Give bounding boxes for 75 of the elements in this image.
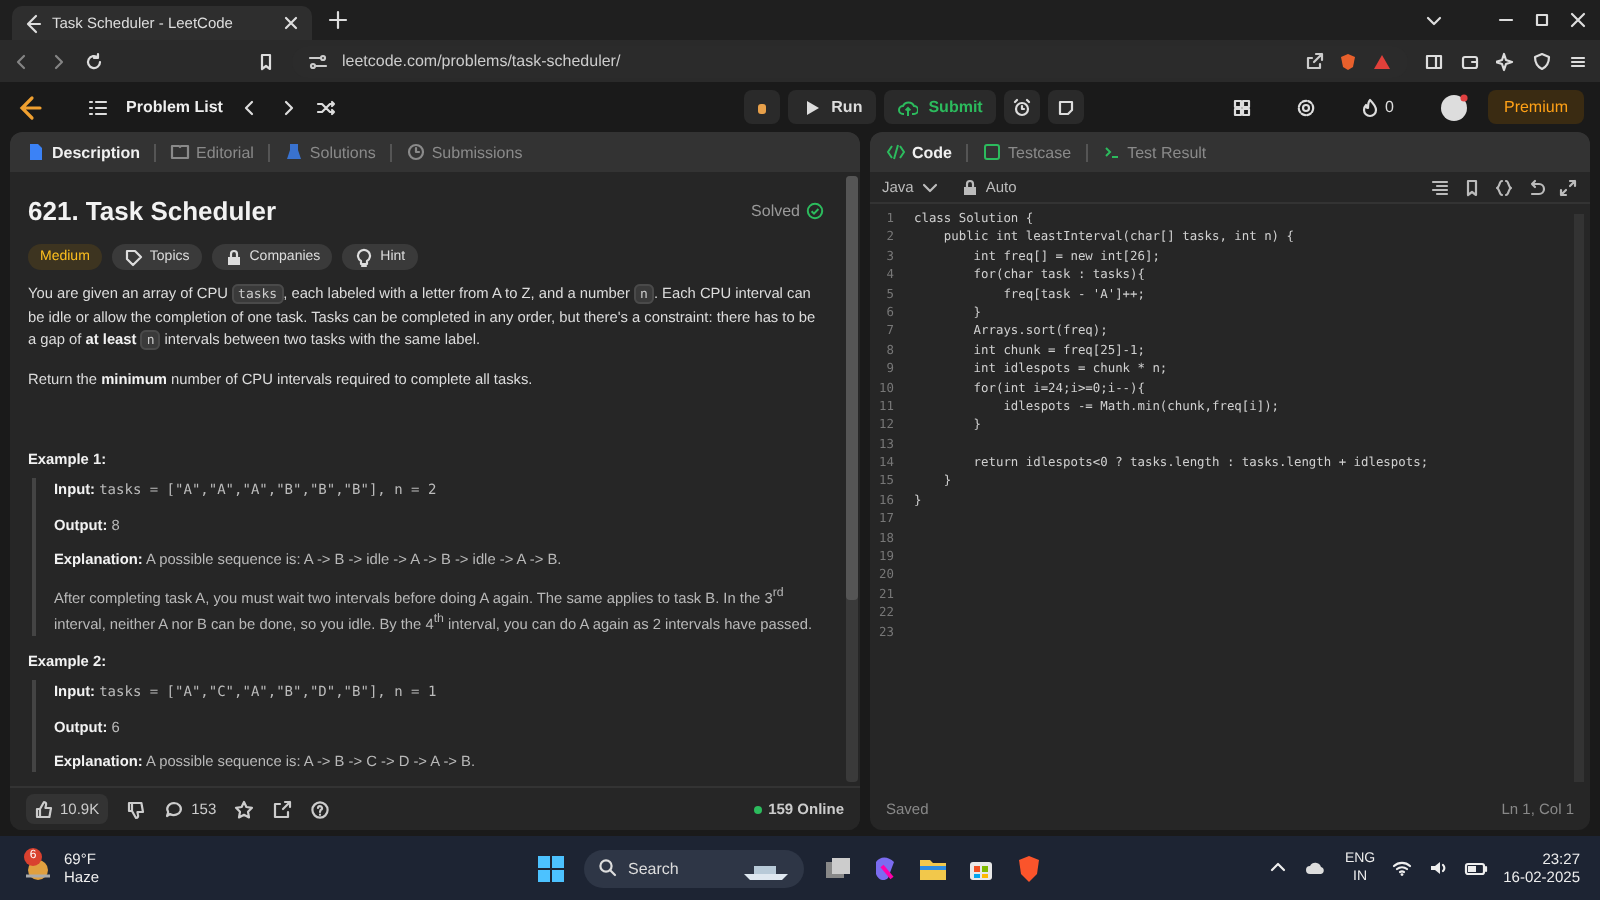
online-dot-icon — [754, 805, 763, 813]
menu-icon[interactable] — [1568, 51, 1588, 71]
thumbs-down-icon[interactable] — [125, 799, 146, 819]
share-icon[interactable] — [1304, 51, 1324, 71]
speaker-icon[interactable] — [1427, 858, 1448, 878]
search-field[interactable]: Search — [584, 849, 804, 887]
submit-button[interactable]: Submit — [884, 90, 997, 124]
terminal-icon — [1101, 142, 1122, 162]
tag-icon — [123, 247, 144, 267]
thumbs-up-icon — [34, 799, 54, 819]
panel-tab[interactable]: Code — [882, 142, 956, 162]
scrollbar[interactable] — [846, 176, 858, 782]
problem-list-link[interactable]: Problem List — [126, 98, 223, 116]
flask-icon — [283, 142, 304, 162]
panel-tab[interactable]: Description — [22, 142, 145, 162]
site-settings-icon[interactable] — [308, 51, 328, 71]
panel-tab[interactable]: Test Result — [1097, 142, 1211, 162]
new-tab-icon[interactable] — [328, 10, 348, 30]
close-icon[interactable] — [282, 14, 300, 32]
check-circle-icon — [806, 202, 824, 220]
wallet-icon[interactable] — [1460, 51, 1480, 71]
checkbox-icon — [982, 142, 1002, 162]
problem-title: 621. Task Scheduler — [28, 196, 277, 226]
task-view-icon[interactable] — [822, 853, 852, 883]
list-icon[interactable] — [88, 97, 108, 117]
url-text: leetcode.com/problems/task-scheduler/ — [342, 52, 623, 70]
share-icon[interactable] — [272, 799, 293, 819]
panel-tab[interactable]: Testcase — [978, 142, 1076, 162]
comment-icon — [163, 799, 184, 819]
search-icon — [598, 858, 618, 878]
braces-icon[interactable] — [1494, 177, 1514, 197]
solved-status: Solved — [751, 202, 824, 220]
bookmark-icon[interactable] — [1462, 177, 1482, 197]
notes-button[interactable] — [1048, 90, 1085, 124]
lock-icon — [223, 247, 244, 267]
lightbulb-icon — [354, 247, 375, 267]
settings-icon[interactable] — [1295, 97, 1316, 117]
code-icon — [886, 142, 906, 162]
bookmark-icon[interactable] — [256, 51, 276, 71]
vpn-shield-icon[interactable] — [1532, 51, 1552, 71]
wifi-icon[interactable] — [1391, 858, 1412, 878]
layout-icon[interactable] — [1231, 97, 1252, 117]
shuffle-icon[interactable] — [316, 97, 337, 117]
debug-button[interactable] — [743, 90, 780, 124]
document-icon — [26, 142, 46, 162]
streak-count: 0 — [1385, 98, 1394, 116]
lock-icon — [959, 177, 980, 197]
undo-icon[interactable] — [1526, 177, 1546, 197]
premium-button[interactable]: Premium — [1487, 90, 1584, 124]
play-icon — [801, 97, 822, 117]
star-icon[interactable] — [234, 799, 255, 819]
panel-tab[interactable]: Submissions — [401, 142, 527, 162]
alarm-clock-icon — [1012, 97, 1033, 117]
sidebar-icon[interactable] — [1424, 51, 1444, 71]
battery-icon[interactable] — [1463, 858, 1488, 878]
windows-start-icon[interactable] — [536, 853, 566, 883]
panel-tab[interactable]: Editorial — [166, 142, 258, 162]
help-icon[interactable] — [310, 799, 331, 819]
format-icon[interactable] — [1430, 177, 1450, 197]
sparkle-icon[interactable] — [1496, 51, 1516, 71]
avatar-icon[interactable] — [1437, 91, 1470, 123]
close-icon[interactable] — [1568, 10, 1588, 30]
panel-tab[interactable]: Solutions — [279, 142, 380, 162]
history-icon — [405, 142, 426, 162]
cloud-icon[interactable] — [1304, 858, 1329, 878]
expand-icon[interactable] — [1558, 177, 1578, 197]
note-icon — [1056, 97, 1077, 117]
shield-icon[interactable] — [1338, 51, 1358, 71]
reload-icon[interactable] — [84, 51, 104, 71]
triangle-icon[interactable] — [1372, 51, 1392, 71]
maximize-icon[interactable] — [1532, 10, 1552, 30]
flame-icon[interactable] — [1359, 97, 1380, 117]
run-button[interactable]: Run — [787, 90, 877, 124]
timer-button[interactable] — [1004, 90, 1041, 124]
cloud-upload-icon — [898, 97, 919, 117]
